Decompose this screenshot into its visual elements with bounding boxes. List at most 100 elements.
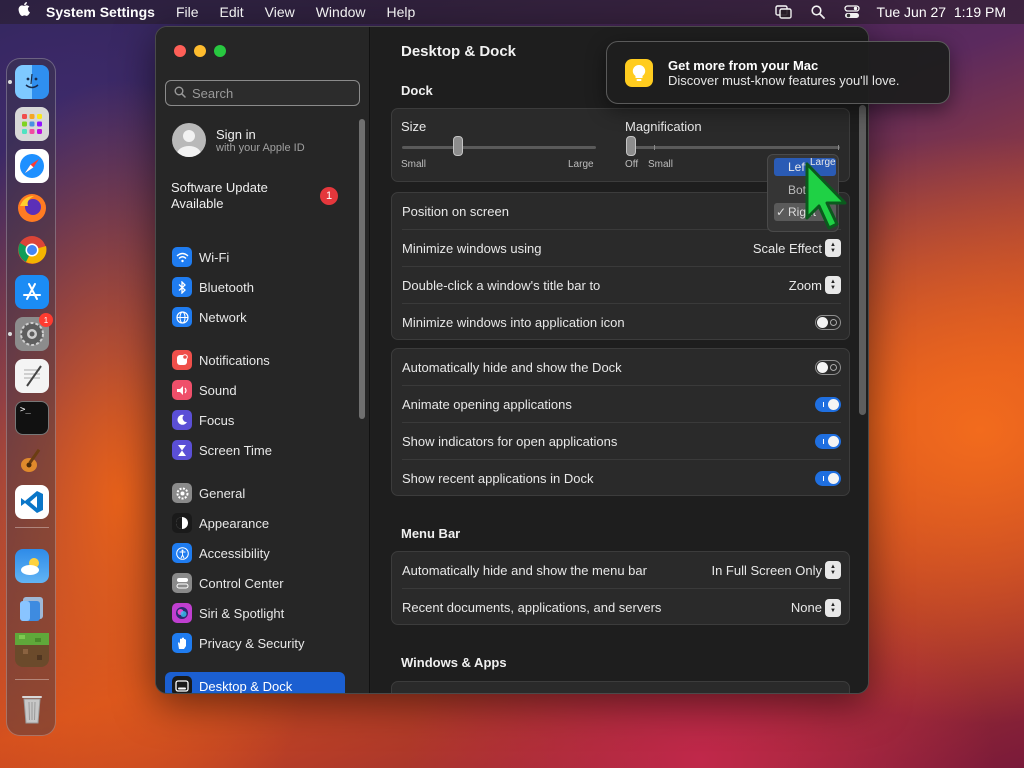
sidebar-item-label: Notifications bbox=[199, 352, 270, 368]
apple-id-sign-in[interactable]: Sign in with your Apple ID bbox=[172, 123, 305, 157]
minecraft-dock-icon[interactable] bbox=[15, 633, 49, 667]
sidebar-item-label: Accessibility bbox=[199, 545, 270, 561]
sidebar-item-label: Screen Time bbox=[199, 442, 272, 458]
sidebar-item-desktop-dock[interactable]: Desktop & Dock bbox=[165, 672, 345, 693]
sidebar-item-control-center[interactable]: Control Center bbox=[165, 569, 345, 597]
auto-hide-menu-bar-value: In Full Screen Only bbox=[711, 562, 822, 578]
menubar-clock[interactable]: Tue Jun 27 1:19 PM bbox=[877, 4, 1006, 20]
mouse-pointer-icon bbox=[803, 160, 853, 232]
dock-option-row: Show recent applications in Dock bbox=[402, 460, 841, 497]
chevron-updown-icon: ▲ ▼ bbox=[825, 276, 841, 294]
system-settings-dock-icon[interactable]: 1 bbox=[15, 313, 53, 351]
sign-in-title: Sign in bbox=[216, 126, 256, 142]
speaker-icon bbox=[172, 380, 192, 400]
control-center-icon bbox=[172, 573, 192, 593]
minimize-into-app-label: Minimize windows into application icon bbox=[402, 315, 625, 330]
sidebar-item-appearance[interactable]: Appearance bbox=[165, 509, 345, 537]
search-icon bbox=[174, 86, 186, 101]
wifi-icon bbox=[172, 247, 192, 267]
chevron-updown-icon: ▲ ▼ bbox=[825, 598, 841, 617]
recent-documents-popup[interactable]: None ▲ ▼ bbox=[791, 598, 841, 617]
sidebar-item-siri-spotlight[interactable]: Siri & Spotlight bbox=[165, 599, 345, 627]
garageband-dock-icon[interactable] bbox=[15, 443, 49, 477]
chrome-dock-icon[interactable] bbox=[15, 233, 49, 267]
app-store-dock-icon[interactable] bbox=[15, 275, 49, 309]
finder-dock-icon[interactable] bbox=[15, 65, 49, 99]
gear-icon bbox=[172, 483, 192, 503]
menu-edit[interactable]: Edit bbox=[220, 4, 244, 20]
size-slider-thumb[interactable] bbox=[453, 136, 464, 156]
sidebar-item-label: Privacy & Security bbox=[199, 635, 305, 651]
dock-option-toggle[interactable] bbox=[815, 396, 841, 412]
dock-option-label: Animate opening applications bbox=[402, 396, 572, 412]
dock-option-toggle[interactable] bbox=[815, 471, 841, 486]
screen-mirroring-icon[interactable] bbox=[774, 5, 793, 19]
close-window-button[interactable] bbox=[174, 45, 186, 57]
auto-hide-menu-bar-popup[interactable]: In Full Screen Only ▲ ▼ bbox=[711, 561, 841, 579]
double-click-popup[interactable]: Zoom ▲ ▼ bbox=[789, 276, 841, 294]
dock-separator bbox=[15, 679, 49, 680]
minimize-using-popup[interactable]: Scale Effect ▲ ▼ bbox=[753, 239, 841, 257]
windows-apps-section-heading: Windows & Apps bbox=[401, 655, 507, 670]
search-field[interactable] bbox=[165, 80, 360, 106]
sidebar-item-bluetooth[interactable]: Bluetooth bbox=[165, 273, 345, 301]
sidebar-item-general[interactable]: General bbox=[165, 479, 345, 507]
trash-dock-icon[interactable] bbox=[15, 691, 49, 725]
vscode-dock-icon[interactable] bbox=[15, 485, 49, 519]
menu-app-name[interactable]: System Settings bbox=[46, 4, 155, 20]
minimize-using-label: Minimize windows using bbox=[402, 240, 542, 256]
minimize-using-value: Scale Effect bbox=[752, 240, 822, 256]
menu-help[interactable]: Help bbox=[387, 4, 416, 20]
accessibility-icon bbox=[172, 543, 192, 563]
zoom-window-button[interactable] bbox=[214, 45, 226, 57]
magnification-label: Magnification bbox=[625, 119, 702, 134]
magnification-tick bbox=[838, 145, 839, 150]
magnification-slider-track[interactable] bbox=[628, 146, 840, 149]
sidebar-item-label: Sound bbox=[199, 382, 237, 398]
double-click-title-bar-row: Double-click a window's title bar to Zoo… bbox=[402, 267, 841, 304]
safari-dock-icon[interactable] bbox=[15, 149, 49, 183]
sign-in-subtitle: with your Apple ID bbox=[216, 141, 305, 154]
software-update-badge: 1 bbox=[320, 187, 338, 205]
menu-view[interactable]: View bbox=[265, 4, 295, 20]
spotlight-search-icon[interactable] bbox=[809, 5, 827, 19]
sidebar-item-focus[interactable]: Focus bbox=[165, 406, 345, 434]
software-update-item[interactable]: Software Update Available bbox=[171, 180, 311, 212]
sidebar-item-wi-fi[interactable]: Wi-Fi bbox=[165, 243, 345, 271]
hand-icon bbox=[172, 633, 192, 653]
sidebar-scrollbar[interactable] bbox=[359, 119, 365, 419]
sidebar-item-notifications[interactable]: Notifications bbox=[165, 346, 345, 374]
apple-menu-icon[interactable] bbox=[18, 2, 32, 22]
notification-title: Get more from your Mac bbox=[668, 57, 819, 73]
launchpad-dock-icon[interactable] bbox=[15, 107, 49, 141]
minimize-window-button[interactable] bbox=[194, 45, 206, 57]
minimize-into-app-toggle[interactable] bbox=[815, 315, 841, 330]
minimize-into-app-row: Minimize windows into application icon bbox=[402, 304, 841, 341]
main-scrollbar[interactable] bbox=[859, 105, 866, 415]
weather-dock-icon[interactable] bbox=[15, 549, 49, 583]
sidebar-item-screen-time[interactable]: Screen Time bbox=[165, 436, 345, 464]
size-slider-track[interactable] bbox=[402, 146, 596, 149]
menu-file[interactable]: File bbox=[176, 4, 199, 20]
tips-notification[interactable]: Get more from your Mac Discover must-kno… bbox=[606, 41, 950, 104]
windows-apps-group bbox=[391, 681, 850, 693]
sidebar-item-sound[interactable]: Sound bbox=[165, 376, 345, 404]
search-input[interactable] bbox=[192, 85, 352, 101]
size-min-label: Small bbox=[401, 159, 427, 170]
chevron-updown-icon: ▲ ▼ bbox=[825, 561, 841, 579]
dock-option-toggle[interactable] bbox=[815, 359, 841, 375]
textedit-dock-icon[interactable] bbox=[15, 359, 49, 393]
firefox-dock-icon[interactable] bbox=[15, 191, 49, 225]
dock-section-heading: Dock bbox=[401, 83, 433, 98]
sidebar-item-accessibility[interactable]: Accessibility bbox=[165, 539, 345, 567]
finder-window-dock-icon[interactable] bbox=[15, 591, 49, 625]
sidebar-item-privacy-security[interactable]: Privacy & Security bbox=[165, 629, 345, 657]
sidebar-item-label: Focus bbox=[199, 412, 235, 428]
sidebar-item-network[interactable]: Network bbox=[165, 303, 345, 331]
control-center-icon[interactable] bbox=[843, 5, 861, 19]
menu-window[interactable]: Window bbox=[316, 4, 366, 20]
dock-option-toggle[interactable] bbox=[815, 433, 841, 449]
magnification-slider-thumb[interactable] bbox=[626, 136, 636, 156]
lightbulb-icon bbox=[625, 58, 653, 87]
terminal-dock-icon[interactable]: >_ bbox=[15, 401, 49, 435]
